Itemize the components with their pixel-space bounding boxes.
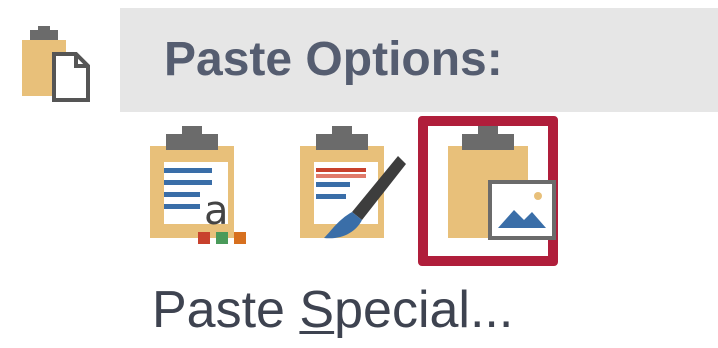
paste-merge-formatting-icon: [300, 126, 406, 239]
paste-options-header: Paste Options:: [120, 8, 718, 112]
paste-special-label-mnemonic: S: [299, 281, 335, 339]
paste-options-title: Paste Options:: [164, 33, 503, 86]
paste-as-picture-button[interactable]: [418, 116, 558, 266]
clipboard-paste-icon: [20, 24, 100, 104]
paste-merge-formatting-button[interactable]: [280, 116, 420, 266]
paste-context-menu: Paste Options: a Paste Special...: [0, 0, 718, 348]
paste-special-label-suffix: pecial...: [334, 281, 514, 339]
paste-keep-text-only-button[interactable]: a: [130, 116, 270, 266]
paste-special-label-prefix: Paste: [152, 281, 300, 339]
paste-keep-text-only-icon: a: [150, 126, 246, 244]
paste-as-picture-icon: [448, 126, 556, 240]
paste-special-menu-item[interactable]: Paste Special...: [152, 280, 513, 340]
svg-text:a: a: [204, 188, 229, 234]
